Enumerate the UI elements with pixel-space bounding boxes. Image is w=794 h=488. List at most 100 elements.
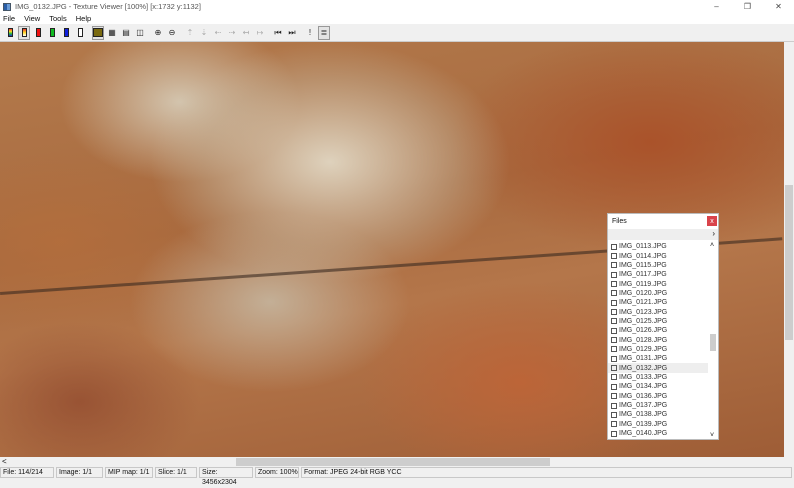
file-name: IMG_0131.JPG [619, 355, 667, 362]
zoom-out-button[interactable]: ⊖ [166, 26, 178, 40]
file-list-item[interactable]: IMG_0139.JPG [608, 420, 708, 429]
window-title: IMG_0132.JPG - Texture Viewer [100%] [x:… [15, 2, 201, 11]
first-file-button[interactable]: ⏮ [272, 26, 284, 40]
checkbox[interactable] [611, 328, 617, 334]
checkbox[interactable] [611, 318, 617, 324]
checkbox[interactable] [611, 290, 617, 296]
file-list-item[interactable]: IMG_0133.JPG [608, 373, 708, 382]
file-list-item[interactable]: IMG_0137.JPG [608, 401, 708, 410]
slice-prev-button[interactable]: ⇠ [212, 26, 224, 40]
file-list-item[interactable]: IMG_0113.JPG [608, 242, 708, 251]
last-file-button[interactable]: ⏭ [286, 26, 298, 40]
file-name: IMG_0133.JPG [619, 374, 667, 381]
scroll-thumb[interactable] [785, 185, 793, 340]
alpha-channel-button[interactable] [18, 26, 30, 40]
file-list-item[interactable]: IMG_0136.JPG [608, 392, 708, 401]
mip-down-button[interactable]: ⇣ [198, 26, 210, 40]
file-name: IMG_0123.JPG [619, 309, 667, 316]
checkbox[interactable] [611, 309, 617, 315]
file-list-item[interactable]: IMG_0128.JPG [608, 335, 708, 344]
checkbox[interactable] [611, 421, 617, 427]
fit-vertical-button[interactable]: ◫ [134, 26, 146, 40]
last-file-icon: ⏭ [288, 28, 295, 38]
alpha-only-icon [78, 28, 83, 37]
scroll-thumb[interactable] [710, 334, 716, 351]
file-name: IMG_0129.JPG [619, 346, 667, 353]
vertical-scrollbar[interactable] [784, 42, 794, 457]
checkbox[interactable] [611, 365, 617, 371]
image-prev-button[interactable]: ↤ [240, 26, 252, 40]
blue-channel-button[interactable] [60, 26, 72, 40]
file-list-item[interactable]: IMG_0134.JPG [608, 382, 708, 391]
checkbox[interactable] [611, 384, 617, 390]
file-name: IMG_0114.JPG [619, 253, 667, 260]
file-name: IMG_0125.JPG [619, 318, 667, 325]
files-panel: Files x › IMG_0113.JPGIMG_0114.JPGIMG_01… [607, 213, 719, 440]
scroll-left-icon[interactable]: < [2, 457, 7, 466]
horizontal-scrollbar[interactable]: < [0, 457, 784, 467]
green-channel-button[interactable] [46, 26, 58, 40]
close-button[interactable]: ✕ [763, 0, 794, 13]
checkbox[interactable] [611, 262, 617, 268]
info-button[interactable]: ! [304, 26, 316, 40]
zoom-in-icon: ⊕ [155, 28, 162, 37]
scroll-up-icon[interactable]: ˄ [710, 242, 714, 249]
file-name: IMG_0132.JPG [619, 365, 667, 372]
file-list-item[interactable]: IMG_0125.JPG [608, 317, 708, 326]
checkbox[interactable] [611, 272, 617, 278]
title-bar: IMG_0132.JPG - Texture Viewer [100%] [x:… [0, 0, 794, 13]
menu-bar: File View Tools Help [0, 13, 794, 24]
file-list-item[interactable]: IMG_0114.JPG [608, 251, 708, 260]
expand-icon[interactable]: › [712, 229, 715, 238]
files-close-button[interactable]: x [707, 216, 717, 226]
status-bar: File: 114/214 Image: 1/1 MIP map: 1/1 Sl… [0, 467, 794, 479]
file-list-button[interactable]: ≣ [318, 26, 330, 40]
file-list-item[interactable]: IMG_0119.JPG [608, 279, 708, 288]
menu-tools[interactable]: Tools [49, 14, 67, 23]
checkbox[interactable] [611, 281, 617, 287]
mip-up-button[interactable]: ⇡ [184, 26, 196, 40]
file-list-item[interactable]: IMG_0117.JPG [608, 270, 708, 279]
minimize-button[interactable]: – [701, 0, 732, 13]
menu-file[interactable]: File [3, 14, 15, 23]
info-icon: ! [309, 28, 311, 37]
checkbox[interactable] [611, 431, 617, 437]
checkbox[interactable] [611, 300, 617, 306]
checkbox[interactable] [611, 253, 617, 259]
checkbox[interactable] [611, 356, 617, 362]
file-list-item[interactable]: IMG_0140.JPG [608, 429, 708, 438]
file-list-item[interactable]: IMG_0129.JPG [608, 345, 708, 354]
file-list-item[interactable]: IMG_0121.JPG [608, 298, 708, 307]
file-list-item[interactable]: IMG_0132.JPG [608, 363, 708, 372]
zoom-in-button[interactable]: ⊕ [152, 26, 164, 40]
alpha-only-button[interactable] [74, 26, 86, 40]
files-scrollbar[interactable]: ˄ ˅ [708, 242, 718, 439]
image-next-button[interactable]: ↦ [254, 26, 266, 40]
background-solid-button[interactable] [92, 26, 104, 40]
checkbox[interactable] [611, 393, 617, 399]
maximize-button[interactable]: ❐ [732, 0, 763, 13]
file-name: IMG_0113.JPG [619, 243, 667, 250]
menu-help[interactable]: Help [76, 14, 91, 23]
checkbox[interactable] [611, 244, 617, 250]
checkbox[interactable] [611, 412, 617, 418]
fit-horizontal-button[interactable]: ▤ [120, 26, 132, 40]
menu-view[interactable]: View [24, 14, 40, 23]
rgb-channel-button[interactable] [4, 26, 16, 40]
file-list-item[interactable]: IMG_0115.JPG [608, 261, 708, 270]
file-list-item[interactable]: IMG_0120.JPG [608, 289, 708, 298]
scroll-down-icon[interactable]: ˅ [710, 432, 714, 439]
checkbox[interactable] [611, 346, 617, 352]
background-checker-button[interactable]: ▦ [106, 26, 118, 40]
file-list-item[interactable]: IMG_0138.JPG [608, 410, 708, 419]
checkbox[interactable] [611, 337, 617, 343]
checkbox[interactable] [611, 374, 617, 380]
file-list-item[interactable]: IMG_0131.JPG [608, 354, 708, 363]
red-channel-button[interactable] [32, 26, 44, 40]
slice-next-button[interactable]: ⇢ [226, 26, 238, 40]
fit-vertical-icon: ◫ [136, 28, 144, 37]
scroll-thumb[interactable] [236, 458, 550, 466]
file-list-item[interactable]: IMG_0126.JPG [608, 326, 708, 335]
file-list-item[interactable]: IMG_0123.JPG [608, 307, 708, 316]
checkbox[interactable] [611, 403, 617, 409]
